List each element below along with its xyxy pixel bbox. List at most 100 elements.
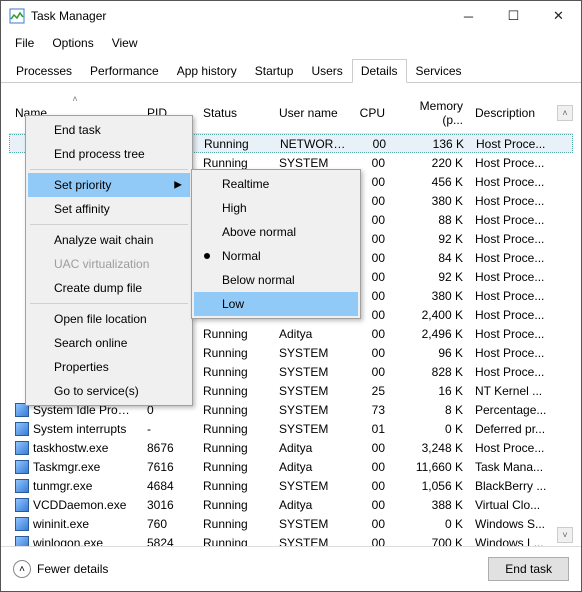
cell-mem: 220 K (391, 154, 469, 172)
tab-details[interactable]: Details (352, 59, 407, 83)
cell-cpu: 73 (351, 401, 391, 419)
process-icon (15, 422, 29, 436)
scrollbar[interactable]: ˄ ˅ (557, 105, 573, 543)
scroll-down-icon[interactable]: ˅ (557, 527, 573, 543)
tab-users[interactable]: Users (302, 59, 351, 83)
menu-options[interactable]: Options (44, 33, 101, 53)
cell-user: Aditya (273, 496, 351, 514)
cell-cpu: 00 (351, 363, 391, 381)
prio-above-normal[interactable]: Above normal (194, 220, 358, 244)
cell-mem: 136 K (392, 135, 470, 153)
ctx-create-dump[interactable]: Create dump file (28, 276, 190, 300)
ctx-go-to-services[interactable]: Go to service(s) (28, 379, 190, 403)
tab-apphistory[interactable]: App history (168, 59, 246, 83)
cell-mem: 828 K (391, 363, 469, 381)
prio-low[interactable]: Low (194, 292, 358, 316)
sort-indicator-icon: ˄ (72, 94, 77, 104)
cell-pid: 4684 (141, 477, 197, 495)
cell-mem: 3,248 K (391, 439, 469, 457)
end-task-button[interactable]: End task (488, 557, 569, 581)
scroll-up-icon[interactable]: ˄ (557, 105, 573, 121)
cell-status: Running (197, 439, 273, 457)
chevron-up-icon: ˄ (13, 560, 31, 578)
ctx-set-affinity[interactable]: Set affinity (28, 197, 190, 221)
cell-status: Running (197, 363, 273, 381)
cell-mem: 8 K (391, 401, 469, 419)
cell-mem: 84 K (391, 249, 469, 267)
footer: ˄ Fewer details End task (1, 546, 581, 591)
cell-mem: 388 K (391, 496, 469, 514)
table-row[interactable]: tunmgr.exe4684RunningSYSTEM001,056 KBlac… (9, 476, 573, 495)
tab-startup[interactable]: Startup (246, 59, 303, 83)
cell-mem: 380 K (391, 287, 469, 305)
cell-user: SYSTEM (273, 382, 351, 400)
cell-status: Running (197, 477, 273, 495)
maximize-button[interactable]: ☐ (491, 1, 536, 31)
ctx-open-location[interactable]: Open file location (28, 307, 190, 331)
tab-performance[interactable]: Performance (81, 59, 168, 83)
ctx-uac-virtualization: UAC virtualization (28, 252, 190, 276)
menu-file[interactable]: File (7, 33, 42, 53)
prio-normal[interactable]: Normal (194, 244, 358, 268)
context-menu: End task End process tree Set priority▶ … (25, 115, 193, 406)
cell-pid: 8676 (141, 439, 197, 457)
ctx-set-priority[interactable]: Set priority▶ (28, 173, 190, 197)
cell-user: Aditya (273, 325, 351, 343)
cell-user: Aditya (273, 458, 351, 476)
cell-cpu: 00 (351, 439, 391, 457)
cell-mem: 2,400 K (391, 306, 469, 324)
cell-mem: 0 K (391, 420, 469, 438)
prio-realtime[interactable]: Realtime (194, 172, 358, 196)
close-button[interactable]: ✕ (536, 1, 581, 31)
minimize-button[interactable]: ─ (446, 1, 491, 31)
cell-pid: 7616 (141, 458, 197, 476)
ctx-end-tree[interactable]: End process tree (28, 142, 190, 166)
cell-pid: 760 (141, 515, 197, 533)
cell-pid: - (141, 420, 197, 438)
ctx-search-online[interactable]: Search online (28, 331, 190, 355)
col-cpu[interactable]: CPU (351, 100, 391, 126)
tab-processes[interactable]: Processes (7, 59, 81, 83)
menu-view[interactable]: View (104, 33, 146, 53)
cell-user: SYSTEM (273, 344, 351, 362)
cell-mem: 1,056 K (391, 477, 469, 495)
ctx-end-task[interactable]: End task (28, 118, 190, 142)
table-row[interactable]: taskhostw.exe8676RunningAditya003,248 KH… (9, 438, 573, 457)
ctx-properties[interactable]: Properties (28, 355, 190, 379)
window-title: Task Manager (31, 9, 446, 23)
cell-mem: 88 K (391, 211, 469, 229)
tab-strip: Processes Performance App history Startu… (1, 55, 581, 83)
cell-name: Taskmgr.exe (9, 458, 141, 476)
col-user[interactable]: User name (273, 100, 351, 126)
ctx-analyze[interactable]: Analyze wait chain (28, 228, 190, 252)
cell-cpu: 00 (351, 458, 391, 476)
col-mem[interactable]: Memory (p... (391, 93, 469, 133)
tab-services[interactable]: Services (407, 59, 471, 83)
process-icon (15, 498, 29, 512)
col-status[interactable]: Status (197, 100, 273, 126)
cell-status: Running (197, 496, 273, 514)
cell-mem: 11,660 K (391, 458, 469, 476)
title-bar: Task Manager ─ ☐ ✕ (1, 1, 581, 31)
prio-below-normal[interactable]: Below normal (194, 268, 358, 292)
ctx-separator (30, 224, 188, 225)
cell-user: Aditya (273, 439, 351, 457)
table-row[interactable]: Taskmgr.exe7616RunningAditya0011,660 KTa… (9, 457, 573, 476)
cell-status: Running (198, 135, 274, 153)
table-row[interactable]: VCDDaemon.exe3016RunningAditya00388 KVir… (9, 495, 573, 514)
cell-cpu: 00 (351, 496, 391, 514)
cell-mem: 92 K (391, 230, 469, 248)
cell-cpu: 00 (352, 135, 392, 153)
app-icon (9, 8, 25, 24)
prio-high[interactable]: High (194, 196, 358, 220)
table-row[interactable]: wininit.exe760RunningSYSTEM000 KWindows … (9, 514, 573, 533)
process-icon (15, 517, 29, 531)
fewer-details-toggle[interactable]: ˄ Fewer details (13, 560, 108, 578)
cell-pid: 3016 (141, 496, 197, 514)
fewer-details-label: Fewer details (37, 562, 108, 576)
table-row[interactable]: System interrupts-RunningSYSTEM010 KDefe… (9, 419, 573, 438)
submenu-arrow-icon: ▶ (174, 180, 182, 191)
cell-cpu: 00 (351, 344, 391, 362)
cell-name: wininit.exe (9, 515, 141, 533)
process-icon (15, 460, 29, 474)
